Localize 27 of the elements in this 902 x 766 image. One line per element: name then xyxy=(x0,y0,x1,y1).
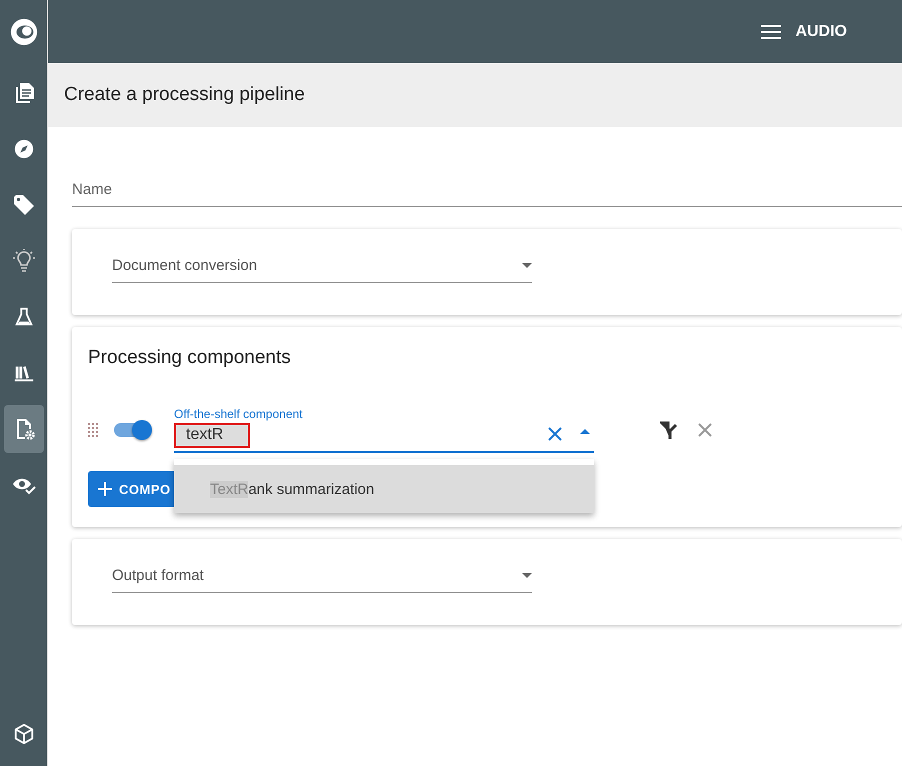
flask-icon xyxy=(12,306,34,328)
field-value: textR xyxy=(174,423,250,448)
lightbulb-icon xyxy=(12,249,36,273)
dropdown-arrow-icon xyxy=(522,573,532,578)
dropdown-arrow-icon[interactable] xyxy=(580,429,590,434)
menu-icon[interactable] xyxy=(761,24,782,38)
output-format-select[interactable]: Output format xyxy=(112,567,532,593)
app-title: AUDIO xyxy=(795,22,847,40)
section-title: Processing components xyxy=(88,347,292,369)
toggle-switch[interactable] xyxy=(114,423,150,437)
plus-icon xyxy=(98,482,112,496)
sidebar-item[interactable] xyxy=(4,405,44,453)
field-label: Off-the-shelf component xyxy=(174,407,303,421)
name-field[interactable]: Name xyxy=(72,167,902,207)
page-title: Create a processing pipeline xyxy=(64,84,305,106)
clear-icon[interactable] xyxy=(548,427,562,441)
select-placeholder: Document conversion xyxy=(112,257,258,274)
remove-icon[interactable] xyxy=(698,423,712,437)
select-placeholder: Output format xyxy=(112,567,204,584)
eye-logo-icon xyxy=(8,17,38,47)
suggestion-option[interactable]: TextRank summarization xyxy=(174,465,594,513)
document-conversion-select[interactable]: Document conversion xyxy=(112,257,532,283)
cube-icon xyxy=(12,723,34,745)
dropdown-arrow-icon xyxy=(522,263,532,268)
tag-icon xyxy=(12,193,36,217)
drag-handle-icon[interactable] xyxy=(88,423,98,437)
compass-icon xyxy=(12,138,34,160)
